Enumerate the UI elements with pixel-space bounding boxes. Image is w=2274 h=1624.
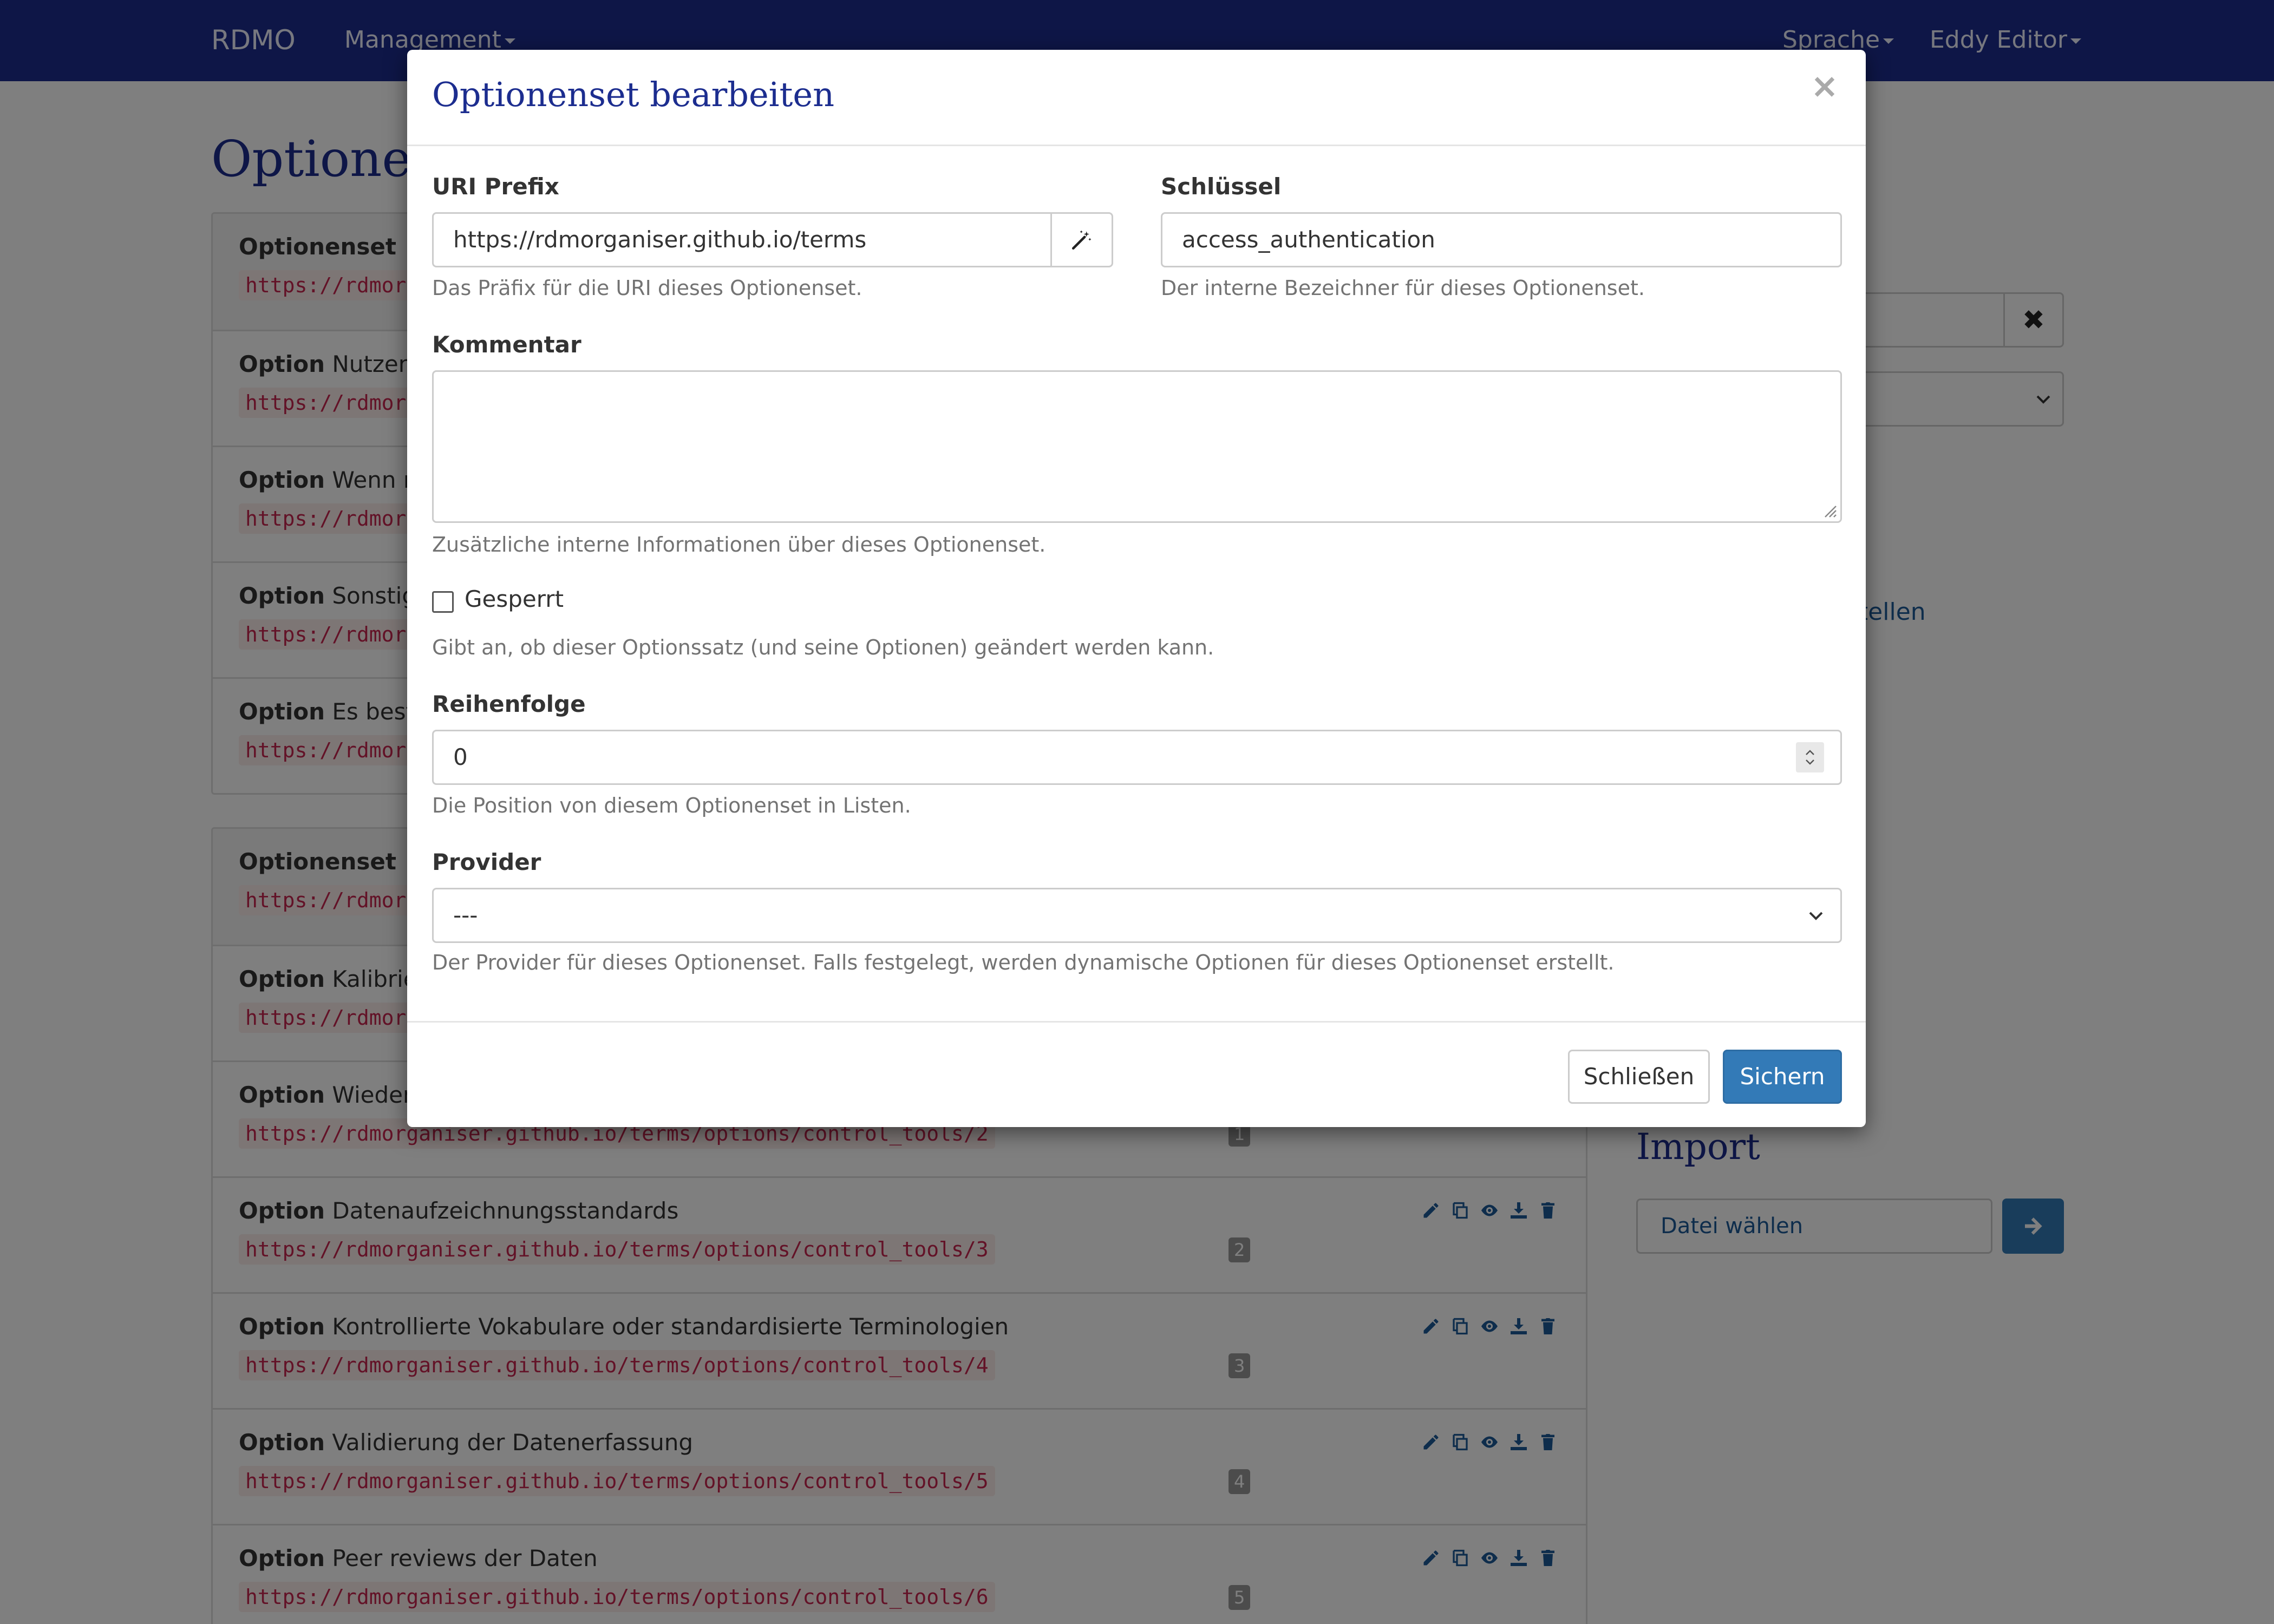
provider-help: Der Provider für dieses Optionenset. Fal…	[432, 951, 1615, 974]
close-icon[interactable]: ×	[1811, 69, 1839, 103]
uri-prefix-input[interactable]: https://rdmorganiser.github.io/terms	[432, 212, 1053, 267]
provider-label: Provider	[432, 849, 541, 875]
key-label: Schlüssel	[1161, 173, 1282, 200]
locked-checkbox[interactable]	[432, 591, 454, 613]
magic-wand-icon	[1071, 230, 1092, 250]
key-help: Der interne Bezeichner für dieses Option…	[1161, 276, 1645, 300]
locked-label[interactable]: Gesperrt	[465, 586, 564, 612]
key-input[interactable]: access_authentication	[1161, 212, 1842, 267]
modal-footer: Schließen Sichern	[407, 1021, 1866, 1127]
uri-prefix-label: URI Prefix	[432, 173, 559, 200]
order-help: Die Position von diesem Optionenset in L…	[432, 794, 911, 817]
close-button[interactable]: Schließen	[1568, 1050, 1710, 1104]
comment-textarea[interactable]	[432, 370, 1842, 523]
magic-wand-button[interactable]	[1050, 212, 1113, 267]
spinner-arrows-icon	[1806, 750, 1814, 765]
provider-value: ---	[453, 902, 478, 928]
modal-title: Optionenset bearbeiten	[432, 75, 835, 114]
edit-optionset-modal: Optionenset bearbeiten × URI Prefix http…	[407, 50, 1866, 1127]
number-spinner[interactable]	[1796, 742, 1824, 772]
provider-select[interactable]: ---	[432, 888, 1842, 943]
resize-handle-icon[interactable]	[1821, 502, 1837, 518]
comment-label: Kommentar	[432, 331, 581, 358]
order-value: 0	[453, 744, 468, 770]
comment-help: Zusätzliche interne Informationen über d…	[432, 533, 1046, 556]
save-button[interactable]: Sichern	[1723, 1050, 1842, 1104]
chevron-down-icon	[1809, 912, 1823, 920]
uri-prefix-help: Das Präfix für die URI dieses Optionense…	[432, 276, 862, 300]
order-input[interactable]: 0	[432, 730, 1842, 785]
modal-header: Optionenset bearbeiten ×	[407, 50, 1866, 146]
locked-help: Gibt an, ob dieser Optionssatz (und sein…	[432, 636, 1214, 659]
order-label: Reihenfolge	[432, 691, 586, 717]
